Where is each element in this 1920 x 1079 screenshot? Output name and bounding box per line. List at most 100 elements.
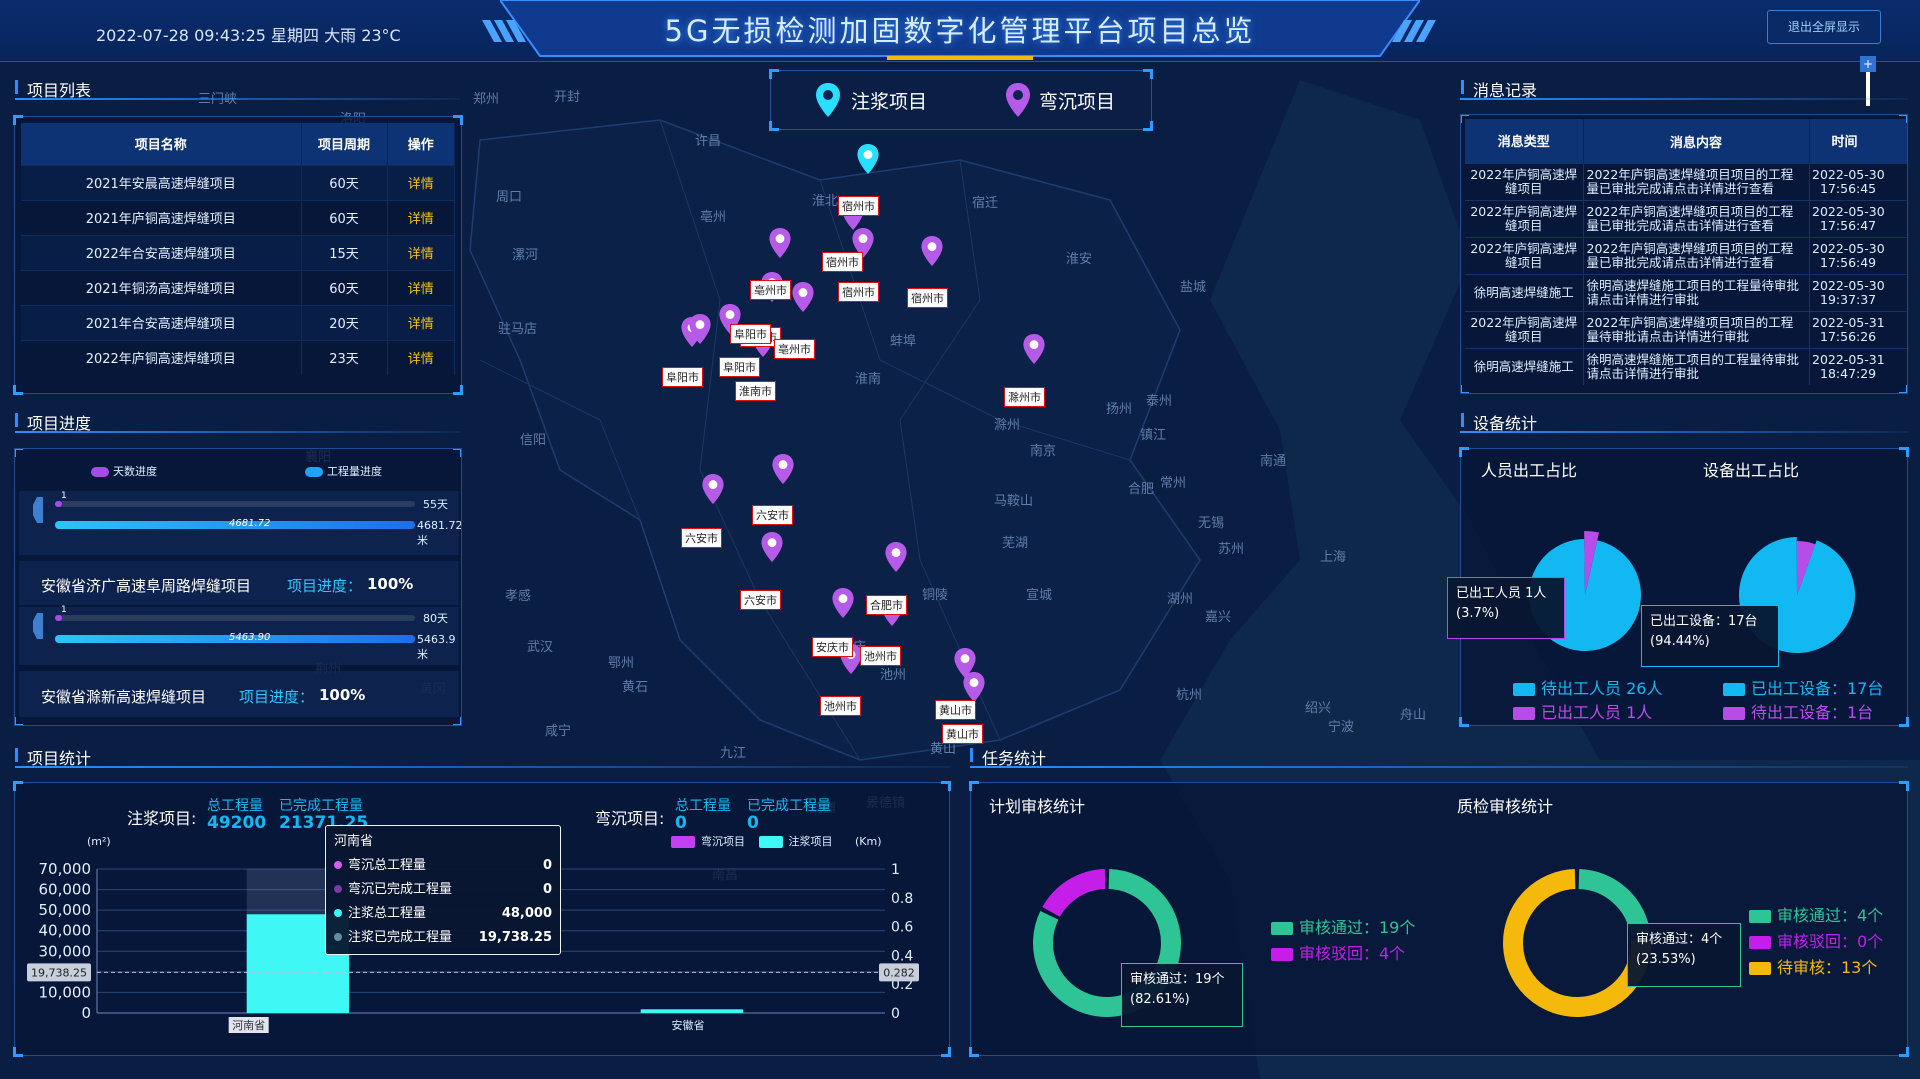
progress-item[interactable]: 安徽省滁新高速焊缝项目 项目进度： 100% [19, 671, 459, 717]
datetime-weather: 2022-07-28 09:43:25 星期四 大雨 23°C [96, 26, 401, 45]
legend-bending-label: 弯沉项目 [1039, 91, 1116, 113]
legend-item[interactable]: 审核通过：19个 [1271, 915, 1415, 941]
bending-project-pin-icon[interactable] [792, 282, 814, 312]
map-city-label: 鄂州 [608, 656, 635, 671]
map-zoom-plus-icon[interactable]: + [1860, 56, 1876, 72]
table-row[interactable]: 2022年庐铜高速焊缝项目 2022年庐铜高速焊缝项目项目的工程量待审批请点击详情… [1465, 310, 1907, 348]
map-marker-label[interactable]: 六安市 [681, 528, 722, 548]
bar-grouting[interactable] [640, 1009, 744, 1013]
bending-project-pin-icon[interactable] [832, 588, 854, 618]
map-marker-label[interactable]: 池州市 [820, 696, 861, 716]
exit-fullscreen-button[interactable]: 退出全屏显示 [1767, 10, 1881, 44]
days-progress-fill [55, 615, 63, 621]
col-project-name[interactable]: 项目名称 [21, 123, 302, 165]
progress-item-bars[interactable]: 1 80天 5463.90 5463.9米 [19, 605, 459, 665]
legend-item[interactable]: 已出工设备：17台 [1723, 677, 1883, 701]
progress-item[interactable]: 1 55天 4681.72 4681.72米 [19, 491, 462, 555]
series-dot-icon [334, 861, 342, 869]
bending-project-pin-icon[interactable] [1023, 334, 1045, 364]
right-stripes-icon [1392, 20, 1436, 42]
map-marker-label[interactable]: 黄山市 [942, 724, 983, 744]
progress-item-name: 安徽省滁新高速焊缝项目 [41, 688, 207, 706]
bending-project-pin-icon[interactable] [702, 474, 724, 504]
table-row[interactable]: 2021年铜汤高速焊缝项目 60天 详情 [21, 269, 455, 305]
col-message-type[interactable]: 消息类型 [1465, 119, 1584, 163]
message-date: 2022-05-31 [1812, 351, 1885, 367]
map-marker-label[interactable]: 阜阳市 [730, 324, 771, 344]
legend-item[interactable]: 已出工人员 1人 [1513, 701, 1662, 725]
bending-project-pin-icon[interactable] [689, 314, 711, 344]
detail-link[interactable]: 详情 [387, 269, 455, 305]
map-marker-label[interactable]: 阜阳市 [662, 367, 703, 387]
map-marker-label[interactable]: 黄山市 [935, 700, 976, 720]
col-message-content[interactable]: 消息内容 [1583, 119, 1810, 163]
bending-project-pin-icon[interactable] [761, 532, 783, 562]
table-row[interactable]: 2022年庐铜高速焊缝项目 2022年庐铜高速焊缝项目项目的工程量已审批完成请点击… [1465, 236, 1907, 274]
map-marker-label[interactable]: 六安市 [752, 505, 793, 525]
tooltip-title: 河南省 [334, 834, 374, 849]
table-row[interactable]: 2022年合安高速焊缝项目 15天 详情 [21, 234, 455, 270]
col-message-time[interactable]: 时间 [1809, 119, 1907, 163]
map-marker-label[interactable]: 滁州市 [1004, 387, 1045, 407]
days-progress-fill [55, 501, 63, 507]
map-city-label: 泰州 [1146, 394, 1173, 409]
table-row[interactable]: 徐明高速焊缝施工 徐明高速焊缝施工项目的工程量待审批请点击详情进行审批 2022-0… [1465, 273, 1907, 311]
progress-panel[interactable]: 天数进度 工程量进度 1 55天 4681.72 4681.72米 安徽省济广高… [14, 448, 462, 726]
map-marker-label[interactable]: 宿州市 [907, 288, 948, 308]
map-marker-label[interactable]: 六安市 [740, 590, 781, 610]
progress-item[interactable]: 安徽省济广高速阜周路焊缝项目 项目进度： 100% [19, 561, 459, 605]
detail-link[interactable]: 详情 [387, 339, 455, 375]
message-content-cell: 2022年庐铜高速焊缝项目项目的工程量已审批完成请点击详情进行查看 [1583, 163, 1810, 200]
legend-label: 已出工设备：17台 [1751, 679, 1884, 698]
message-time-cell: 2022-05-31 17:56:26 [1809, 310, 1907, 348]
y2-tick-label: 0.4 [891, 948, 913, 964]
grouting-label: 注浆项目: [127, 809, 197, 828]
work-progress-total: 4681.72米 [417, 519, 462, 547]
grouting-project-pin-icon[interactable] [857, 144, 879, 174]
bending-project-pin-icon[interactable] [769, 228, 791, 258]
bending-project-pin-icon[interactable] [963, 672, 985, 702]
map-marker-label[interactable]: 阜阳市 [719, 357, 760, 377]
qc-review-tooltip: 审核通过：4个 (23.53%) [1627, 923, 1741, 987]
legend-item[interactable]: 审核驳回：4个 [1271, 941, 1415, 967]
table-row[interactable]: 2021年庐铜高速焊缝项目 60天 详情 [21, 199, 455, 235]
map-legend: 注浆项目 弯沉项目 [769, 69, 1153, 131]
map-marker-label[interactable]: 安庆市 [812, 637, 853, 657]
detail-link[interactable]: 详情 [387, 234, 455, 270]
bending-project-pin-icon[interactable] [772, 454, 794, 484]
table-row[interactable]: 2022年庐铜高速焊缝项目 23天 详情 [21, 339, 455, 375]
map-marker-label[interactable]: 合肥市 [866, 595, 907, 615]
message-date: 2022-05-30 [1812, 166, 1885, 182]
bending-project-pin-icon[interactable] [885, 542, 907, 572]
message-content-cell: 徐明高速焊缝施工项目的工程量待审批请点击详情进行审批 [1583, 348, 1810, 385]
detail-link[interactable]: 详情 [387, 199, 455, 235]
bending-project-pin-icon[interactable] [921, 236, 943, 266]
tooltip-text: 审核通过：19个 [1130, 972, 1225, 987]
map-marker-label[interactable]: 淮南市 [735, 381, 776, 401]
legend-item[interactable]: 审核通过：4个 [1749, 903, 1883, 929]
legend-item[interactable]: 待出工人员 26人 [1513, 677, 1662, 701]
table-row[interactable]: 徐明高速焊缝施工 徐明高速焊缝施工项目的工程量待审批请点击详情进行审批 2022-0… [1465, 347, 1907, 385]
detail-link[interactable]: 详情 [387, 164, 455, 200]
table-row[interactable]: 2022年庐铜高速焊缝项目 2022年庐铜高速焊缝项目项目的工程量已审批完成请点击… [1465, 199, 1907, 237]
detail-link[interactable]: 详情 [387, 304, 455, 340]
series-dot-icon [334, 909, 342, 917]
table-row[interactable]: 2022年庐铜高速焊缝项目 2022年庐铜高速焊缝项目项目的工程量已审批完成请点击… [1465, 162, 1907, 200]
map-marker-label[interactable]: 宿州市 [822, 252, 863, 272]
map-marker-label[interactable]: 池州市 [860, 646, 901, 666]
legend-item[interactable]: 审核驳回：0个 [1749, 929, 1883, 955]
table-row[interactable]: 2021年合安高速焊缝项目 20天 详情 [21, 304, 455, 340]
donut-segment[interactable] [1042, 869, 1106, 918]
col-operation[interactable]: 操作 [387, 123, 455, 165]
map-city-label: 滁州 [994, 418, 1021, 433]
table-row[interactable]: 2021年安晨高速焊缝项目 60天 详情 [21, 164, 455, 200]
map-marker-label[interactable]: 亳州市 [750, 280, 791, 300]
map-city-label: 芜湖 [1002, 536, 1029, 551]
col-project-period[interactable]: 项目周期 [301, 123, 388, 165]
map-marker-label[interactable]: 亳州市 [774, 339, 815, 359]
work-progress-total: 5463.9米 [417, 633, 456, 661]
legend-item[interactable]: 待出工设备：1台 [1723, 701, 1883, 725]
map-marker-label[interactable]: 宿州市 [838, 196, 879, 216]
map-marker-label[interactable]: 宿州市 [838, 282, 879, 302]
legend-item[interactable]: 待审核：13个 [1749, 955, 1883, 981]
